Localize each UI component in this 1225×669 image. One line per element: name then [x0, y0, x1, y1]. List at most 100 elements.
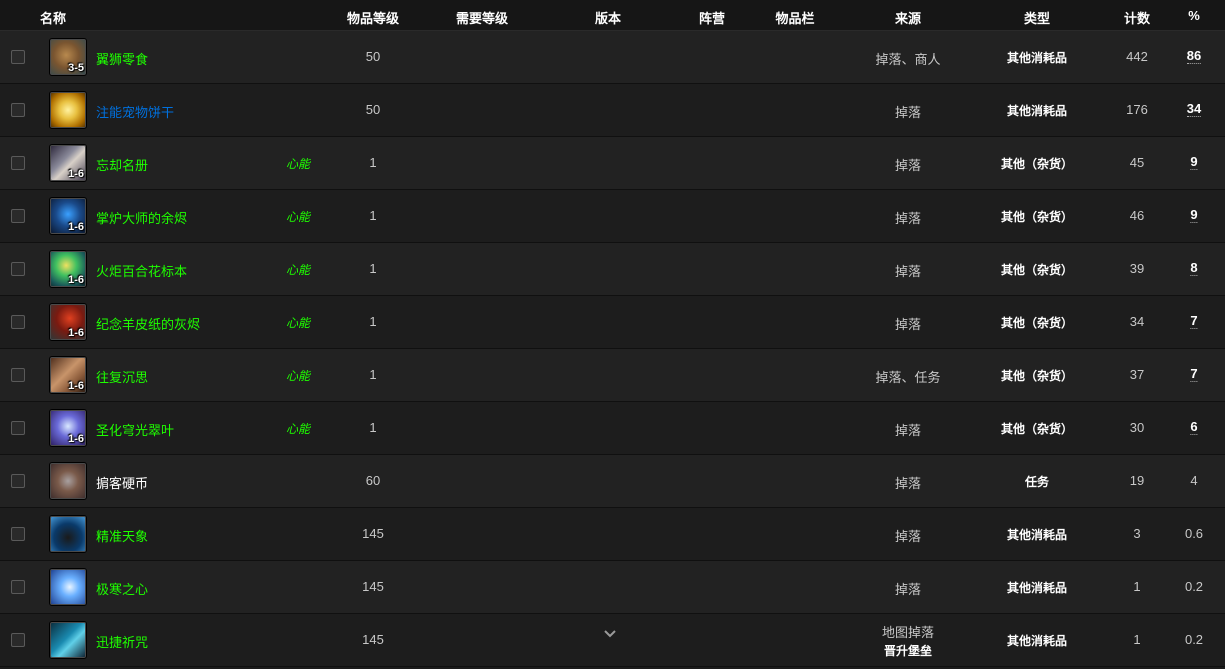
item-source: 掉落 [894, 529, 922, 544]
row-checkbox[interactable] [11, 633, 25, 647]
item-level: 1 [369, 420, 377, 435]
item-type[interactable]: 其他消耗品 [1007, 49, 1067, 66]
chevron-down-icon[interactable] [603, 627, 617, 641]
scroll-icon[interactable]: 1-6 [49, 144, 87, 182]
drop-percent: 9 [1190, 207, 1198, 223]
item-name-link[interactable]: 翼狮零食 [96, 49, 148, 68]
drop-count: 3 [1133, 526, 1141, 541]
item-type[interactable]: 其他（杂货） [1001, 261, 1073, 278]
table-row[interactable]: 1-6 纪念羊皮纸的灰烬 心能 1 掉落 其他（杂货） 34 7 [0, 296, 1225, 349]
row-checkbox[interactable] [11, 103, 25, 117]
col-faction[interactable]: 阵营 [699, 8, 725, 27]
row-checkbox[interactable] [11, 474, 25, 488]
col-version[interactable]: 版本 [595, 8, 621, 27]
item-name-link[interactable]: 精准天象 [96, 526, 148, 545]
item-level: 1 [369, 155, 377, 170]
item-name-link[interactable]: 极寒之心 [96, 579, 148, 598]
row-checkbox[interactable] [11, 262, 25, 276]
item-type[interactable]: 其他（杂货） [1001, 155, 1073, 172]
item-source: 掉落 [894, 582, 922, 597]
drop-percent: 86 [1186, 48, 1202, 64]
biscuit-icon[interactable] [49, 91, 87, 129]
table-row[interactable]: 掮客硬币 60 掉落 任务 19 4 [0, 455, 1225, 508]
row-checkbox[interactable] [11, 156, 25, 170]
table-row[interactable]: 1-6 圣化穹光翠叶 心能 1 掉落 其他（杂货） 30 6 [0, 402, 1225, 455]
table-row[interactable]: 1-6 忘却名册 心能 1 掉落 其他（杂货） 45 9 [0, 137, 1225, 190]
col-percent[interactable]: % [1188, 8, 1200, 23]
stack-quantity: 1-6 [68, 221, 84, 233]
frost-icon[interactable] [49, 568, 87, 606]
item-tag: 心能 [286, 263, 311, 277]
item-name-link[interactable]: 纪念羊皮纸的灰烬 [96, 314, 200, 333]
table-row[interactable]: 1-6 往复沉思 心能 1 掉落、任务 其他（杂货） 37 7 [0, 349, 1225, 402]
food-icon[interactable]: 3-5 [49, 38, 87, 76]
item-name-link[interactable]: 忘却名册 [96, 155, 148, 174]
drop-percent: 6 [1190, 419, 1198, 435]
item-source: 掉落 [894, 264, 922, 279]
col-count[interactable]: 计数 [1124, 8, 1150, 27]
item-level: 1 [369, 261, 377, 276]
item-tag: 心能 [286, 316, 311, 330]
drop-count: 19 [1129, 473, 1145, 488]
item-level: 1 [369, 314, 377, 329]
item-name-link[interactable]: 圣化穹光翠叶 [96, 420, 174, 439]
col-source[interactable]: 来源 [895, 8, 921, 27]
drop-count: 46 [1129, 208, 1145, 223]
drop-count: 1 [1133, 579, 1141, 594]
stack-quantity: 1-6 [68, 380, 84, 392]
table-row[interactable]: 1-6 火炬百合花标本 心能 1 掉落 其他（杂货） 39 8 [0, 243, 1225, 296]
table-row[interactable]: 精准天象 145 掉落 其他消耗品 3 0.6 [0, 508, 1225, 561]
item-name-link[interactable]: 掌炉大师的余烬 [96, 208, 187, 227]
item-type[interactable]: 其他（杂货） [1001, 420, 1073, 437]
table-row[interactable]: 注能宠物饼干 50 掉落 其他消耗品 176 34 [0, 84, 1225, 137]
source-zone-link[interactable]: 晋升堡垒 [882, 642, 934, 660]
item-name-link[interactable]: 迅捷祈咒 [96, 632, 148, 651]
col-type[interactable]: 类型 [1024, 8, 1050, 27]
item-type[interactable]: 其他消耗品 [1007, 102, 1067, 119]
row-checkbox[interactable] [11, 421, 25, 435]
row-checkbox[interactable] [11, 209, 25, 223]
col-slot[interactable]: 物品栏 [775, 8, 814, 27]
leaf-icon[interactable]: 1-6 [49, 409, 87, 447]
item-type[interactable]: 任务 [1025, 473, 1049, 490]
ash-icon[interactable]: 1-6 [49, 303, 87, 341]
item-type[interactable]: 其他（杂货） [1001, 367, 1073, 384]
drop-percent: 34 [1186, 101, 1202, 117]
source-line-1: 地图掉落 [881, 625, 935, 640]
item-name-link[interactable]: 注能宠物饼干 [96, 102, 174, 121]
tree-icon[interactable] [49, 515, 87, 553]
flower-icon[interactable]: 1-6 [49, 250, 87, 288]
item-source: 掉落 [894, 158, 922, 173]
item-type[interactable]: 其他（杂货） [1001, 314, 1073, 331]
col-item-level[interactable]: 物品等级 [347, 8, 399, 27]
item-name-link[interactable]: 掮客硬币 [96, 473, 148, 492]
col-name[interactable]: 名称 [40, 8, 66, 27]
drop-percent: 0.6 [1184, 526, 1204, 541]
table-row[interactable]: 极寒之心 145 掉落 其他消耗品 1 0.2 [0, 561, 1225, 614]
item-name-link[interactable]: 火炬百合花标本 [96, 261, 187, 280]
row-checkbox[interactable] [11, 368, 25, 382]
row-checkbox[interactable] [11, 527, 25, 541]
table-row[interactable]: 3-5 翼狮零食 50 掉落、商人 其他消耗品 442 86 [0, 31, 1225, 84]
item-tag: 心能 [286, 210, 311, 224]
drop-percent: 0.2 [1184, 632, 1204, 647]
ember-icon[interactable]: 1-6 [49, 197, 87, 235]
rune-icon[interactable] [49, 621, 87, 659]
drop-percent: 9 [1190, 154, 1198, 170]
item-type[interactable]: 其他消耗品 [1007, 632, 1067, 649]
coin-icon[interactable] [49, 462, 87, 500]
tome-icon[interactable]: 1-6 [49, 356, 87, 394]
item-source: 掉落 [894, 423, 922, 438]
row-checkbox[interactable] [11, 50, 25, 64]
col-req-level[interactable]: 需要等级 [456, 8, 508, 27]
stack-quantity: 1-6 [68, 327, 84, 339]
table-row[interactable]: 1-6 掌炉大师的余烬 心能 1 掉落 其他（杂货） 46 9 [0, 190, 1225, 243]
stack-quantity: 1-6 [68, 168, 84, 180]
item-type[interactable]: 其他消耗品 [1007, 579, 1067, 596]
drop-percent: 7 [1190, 366, 1198, 382]
item-type[interactable]: 其他（杂货） [1001, 208, 1073, 225]
item-name-link[interactable]: 往复沉思 [96, 367, 148, 386]
item-type[interactable]: 其他消耗品 [1007, 526, 1067, 543]
row-checkbox[interactable] [11, 315, 25, 329]
row-checkbox[interactable] [11, 580, 25, 594]
